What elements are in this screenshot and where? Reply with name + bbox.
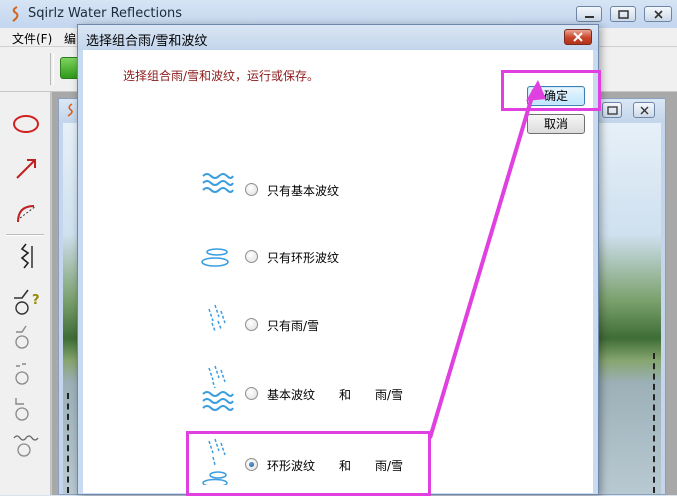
option-basic-ripple-rain: 基本波纹 和 雨/雪	[83, 362, 593, 422]
ok-button-highlight	[501, 70, 601, 111]
option-ring-ripple-rain: 环形波纹 和 雨/雪	[83, 433, 593, 493]
minimize-icon	[585, 16, 594, 18]
ring-ripple-rain-icon	[202, 438, 228, 485]
radio-basic-ripple-rain[interactable]	[245, 387, 258, 400]
maximize-icon	[607, 106, 618, 115]
dialog-close-button[interactable]	[564, 29, 592, 45]
maximize-icon	[618, 10, 629, 19]
ripple-tool-2[interactable]	[8, 356, 44, 388]
cancel-button[interactable]: 取消	[527, 114, 585, 134]
app-close-button[interactable]	[644, 6, 672, 22]
ellipse-icon	[13, 115, 39, 133]
document-logo-icon	[67, 103, 73, 117]
step-ripple-icon	[15, 363, 29, 385]
arrow-icon	[16, 159, 36, 179]
help-icon: ?	[14, 289, 40, 315]
menu-file[interactable]: 文件(F)	[12, 30, 52, 47]
step-ripple-icon	[15, 325, 29, 349]
radio-ring-ripple-rain[interactable]	[245, 458, 258, 471]
ring-ripple-icon	[201, 248, 229, 267]
ellipse-tool[interactable]	[8, 108, 44, 140]
wave-ripple-icon	[13, 435, 39, 457]
basic-ripple-rain-icon	[202, 365, 234, 411]
arc-tool[interactable]	[8, 196, 44, 228]
rain-snow-icon	[208, 304, 226, 332]
dialog-prompt: 选择组合雨/雪和波纹，运行或保存。	[123, 69, 320, 83]
radio-ring-ripple[interactable]	[245, 250, 258, 263]
tool-separator	[6, 234, 44, 236]
ripple-tool-4[interactable]	[8, 428, 44, 460]
dialog-title-bar: 选择组合雨/雪和波纹	[78, 25, 598, 50]
doc-maximize-button[interactable]	[602, 102, 622, 118]
option-rain-snow: 只有雨/雪	[83, 295, 593, 355]
radio-basic-ripple[interactable]	[245, 183, 258, 196]
ripple-tool-3[interactable]	[8, 392, 44, 424]
close-icon	[573, 32, 583, 42]
app-logo-icon	[12, 6, 19, 22]
arrow-tool[interactable]	[8, 152, 44, 184]
close-icon	[640, 106, 649, 115]
toolbar-separator	[50, 53, 54, 85]
option-label: 基本波纹 和 雨/雪	[267, 388, 404, 402]
zigzag-icon	[20, 243, 33, 269]
close-icon	[654, 10, 663, 19]
selection-outline	[653, 353, 655, 493]
zigzag-tool[interactable]	[8, 240, 44, 272]
ripple-tool-1[interactable]	[8, 320, 44, 352]
selection-outline	[67, 393, 69, 493]
maximize-button[interactable]	[610, 6, 636, 22]
basic-ripple-icon	[202, 173, 234, 193]
help-tool[interactable]: ?	[8, 284, 44, 316]
dialog-title: 选择组合雨/雪和波纹	[86, 34, 208, 49]
radio-rain-snow[interactable]	[245, 318, 258, 331]
doc-close-button[interactable]	[633, 102, 655, 118]
app-title: Sqirlz Water Reflections	[28, 6, 183, 21]
option-label: 只有基本波纹	[267, 184, 340, 198]
svg-text:?: ?	[32, 293, 40, 308]
step-ripple-icon	[15, 398, 29, 421]
minimize-button[interactable]	[576, 6, 602, 22]
dialog-body: 选择组合雨/雪和波纹，运行或保存。 确定 取消 只有基本波纹 只有环形波纹 只有…	[83, 50, 601, 496]
option-label: 只有雨/雪	[267, 319, 320, 333]
left-toolbar: ?	[0, 92, 51, 495]
option-label: 环形波纹 和 雨/雪	[267, 459, 404, 473]
arc-icon	[17, 205, 37, 223]
option-label: 只有环形波纹	[267, 251, 340, 265]
option-basic-ripple: 只有基本波纹	[83, 160, 593, 220]
option-ring-ripple: 只有环形波纹	[83, 228, 593, 288]
menu-edit[interactable]: 编	[64, 30, 76, 47]
ripple-selection-dialog: 选择组合雨/雪和波纹 选择组合雨/雪和波纹，运行或保存。 确定 取消 只有基本波…	[77, 24, 601, 496]
